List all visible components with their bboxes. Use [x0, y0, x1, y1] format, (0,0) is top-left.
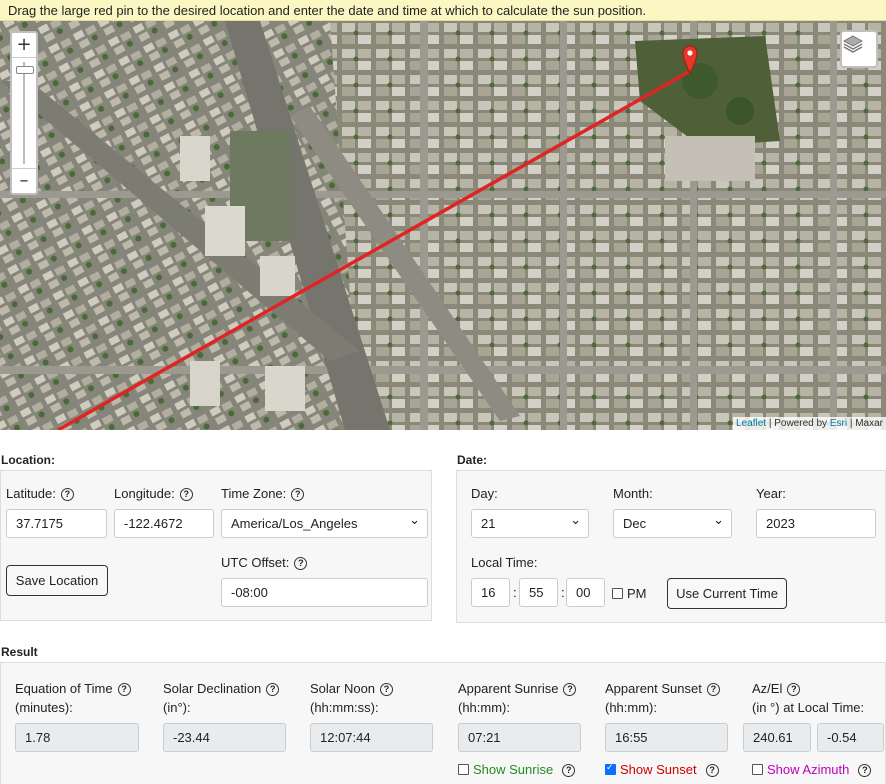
longitude-label: Longitude:?	[114, 486, 193, 501]
local-time-label: Local Time:	[471, 555, 538, 570]
save-location-button[interactable]: Save Location	[6, 565, 108, 596]
zoom-slider[interactable]	[12, 57, 36, 169]
zoom-in-button[interactable]: +	[12, 33, 36, 57]
leaflet-link[interactable]: Leaflet	[736, 418, 766, 429]
map-attribution: Leaflet | Powered by Esri | Maxar	[733, 417, 886, 430]
help-icon[interactable]: ?	[179, 488, 193, 501]
declination-label: Solar Declination? (in°):	[163, 679, 280, 717]
result-title: Result	[1, 645, 38, 659]
zoom-slider-track	[23, 62, 25, 164]
minute-input[interactable]: 55	[519, 578, 558, 607]
timezone-label: Time Zone:?	[221, 486, 305, 501]
show-sunset-toggle[interactable]: Show Sunset?	[605, 762, 719, 777]
declination-output: -23.44	[163, 723, 286, 752]
sunset-output: 16:55	[605, 723, 728, 752]
help-icon[interactable]: ?	[562, 764, 576, 777]
timezone-select[interactable]: America/Los_Angeles	[221, 507, 428, 538]
layers-icon[interactable]	[840, 30, 878, 68]
year-input[interactable]: 2023	[756, 509, 876, 538]
month-select[interactable]: Dec	[613, 507, 732, 538]
zoom-slider-knob[interactable]	[16, 66, 34, 74]
help-icon[interactable]: ?	[266, 683, 280, 696]
eot-output: 1.78	[15, 723, 139, 752]
help-icon[interactable]: ?	[563, 683, 577, 696]
help-icon[interactable]: ?	[705, 764, 719, 777]
sunset-label: Apparent Sunset? (hh:mm):	[605, 679, 720, 717]
time-separator: :	[513, 585, 517, 600]
zoom-control: + –	[10, 31, 38, 195]
second-input[interactable]: 00	[566, 578, 605, 607]
azel-label: Az/El? (in °) at Local Time:	[752, 681, 865, 715]
solar-noon-output: 12:07:44	[310, 723, 433, 752]
location-title: Location:	[1, 453, 55, 467]
show-sunset-checkbox[interactable]	[605, 763, 616, 775]
esri-link[interactable]: Esri	[830, 418, 847, 429]
instruction-banner: Drag the large red pin to the desired lo…	[0, 0, 886, 21]
utc-offset-input[interactable]: -08:00	[221, 578, 428, 607]
longitude-input[interactable]: -122.4672	[114, 509, 214, 538]
show-sunrise-toggle[interactable]: Show Sunrise?	[458, 762, 576, 777]
show-azimuth-toggle[interactable]: Show Azimuth?	[752, 762, 872, 777]
help-icon[interactable]: ?	[291, 488, 305, 501]
latitude-label: Latitude:?	[6, 486, 74, 501]
help-icon[interactable]: ?	[787, 683, 801, 696]
use-current-time-button[interactable]: Use Current Time	[667, 578, 787, 609]
satellite-imagery	[0, 21, 886, 430]
help-icon[interactable]: ?	[858, 764, 872, 777]
pm-checkbox-box[interactable]	[612, 588, 623, 599]
show-azimuth-checkbox[interactable]	[752, 764, 763, 775]
location-panel: Latitude:? 37.7175 Longitude:? -122.4672…	[0, 470, 432, 621]
help-icon[interactable]: ?	[60, 488, 74, 501]
help-icon[interactable]: ?	[380, 683, 394, 696]
help-icon[interactable]: ?	[117, 683, 131, 696]
month-label: Month:	[613, 486, 653, 501]
show-sunrise-checkbox[interactable]	[458, 764, 469, 775]
help-icon[interactable]: ?	[706, 683, 720, 696]
date-panel: Day: 21 Month: Dec Year: 2023 Local Time…	[456, 470, 886, 623]
day-select[interactable]: 21	[471, 507, 589, 538]
day-label: Day:	[471, 486, 498, 501]
pm-checkbox[interactable]: PM	[612, 586, 647, 601]
date-title: Date:	[457, 453, 488, 467]
help-icon[interactable]: ?	[294, 557, 308, 570]
azimuth-output: 240.61	[743, 723, 811, 752]
utc-offset-label: UTC Offset:?	[221, 555, 308, 570]
solar-noon-label: Solar Noon? (hh:mm:ss):	[310, 679, 394, 717]
sunrise-label: Apparent Sunrise? (hh:mm):	[458, 679, 577, 717]
zoom-out-button[interactable]: –	[12, 169, 36, 193]
latitude-input[interactable]: 37.7175	[6, 509, 107, 538]
year-label: Year:	[756, 486, 786, 501]
eot-label: Equation of Time? (minutes):	[15, 679, 131, 717]
hour-input[interactable]: 16	[471, 578, 510, 607]
time-separator: :	[561, 585, 565, 600]
elevation-output: -0.54	[817, 723, 884, 752]
result-panel: Equation of Time? (minutes): 1.78 Solar D…	[0, 662, 886, 784]
map-pin-icon[interactable]	[682, 44, 698, 74]
sunrise-output: 07:21	[458, 723, 581, 752]
satellite-map[interactable]: + – Leaflet | Powered by Esri | Maxar	[0, 21, 886, 430]
